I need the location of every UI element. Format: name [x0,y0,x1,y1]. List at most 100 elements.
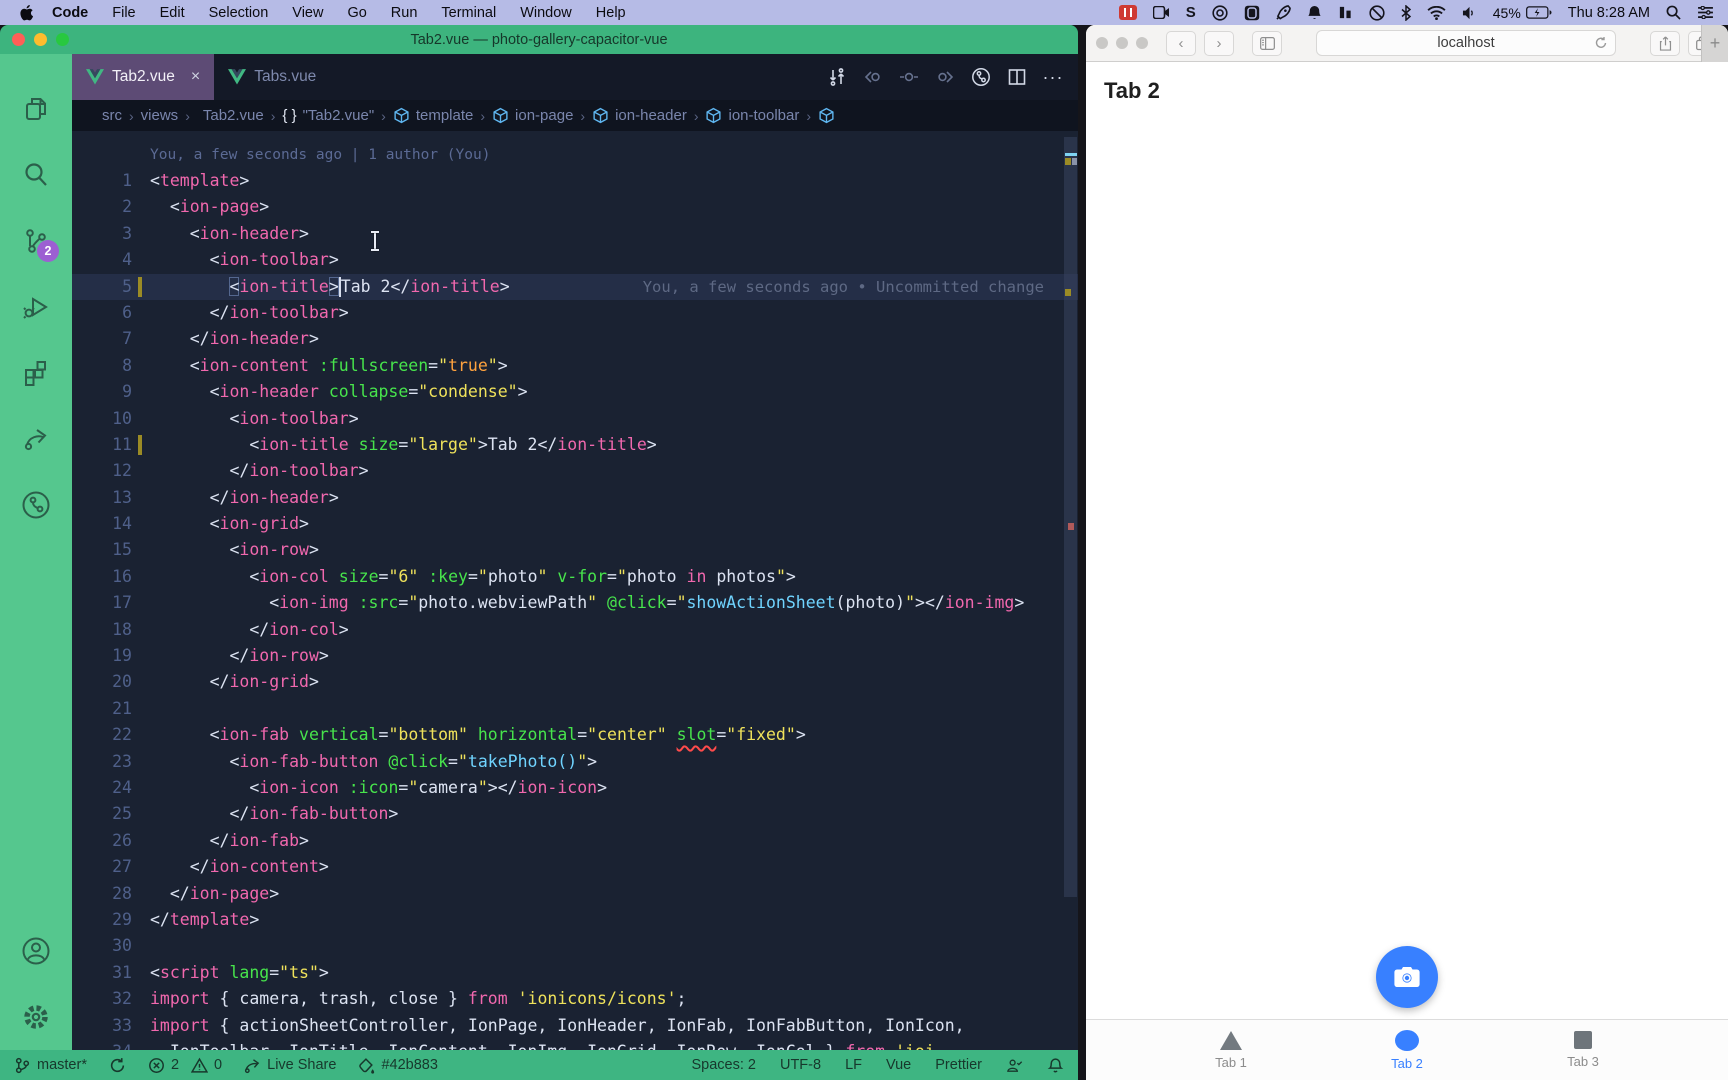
menu-run[interactable]: Run [379,5,430,21]
split-editor-icon[interactable] [1004,64,1030,90]
code-line-24[interactable]: 24 <ion-icon :icon="camera"></ion-icon> [72,775,1078,801]
menu-edit[interactable]: Edit [148,5,197,21]
indentation-status[interactable]: Spaces: 2 [691,1057,756,1073]
line-number[interactable]: 6 [72,300,132,326]
breadcrumb-views[interactable]: views [141,107,179,124]
code-line-4[interactable]: 4 <ion-toolbar> [72,247,1078,273]
line-number[interactable]: 7 [72,326,132,352]
line-number[interactable]: 12 [72,458,132,484]
code-line-2[interactable]: 2 <ion-page> [72,194,1078,220]
app-square-icon[interactable] [1244,4,1260,22]
feedback-button[interactable] [1006,1057,1023,1074]
line-number[interactable]: 27 [72,854,132,880]
line-number[interactable]: 3 [72,221,132,247]
close-tab-icon[interactable]: × [191,68,200,86]
address-bar[interactable]: localhost [1316,30,1616,56]
gitlens-graph-icon[interactable] [968,64,994,90]
code-line-22[interactable]: 22 <ion-fab vertical="bottom" horizontal… [72,722,1078,748]
git-branch-status[interactable]: master* [14,1057,87,1074]
film-app-icon[interactable] [1119,4,1137,22]
code-line-5[interactable]: 5 <ion-title>Tab 2</ion-title>You, a few… [72,274,1078,300]
line-number[interactable]: 30 [72,933,132,959]
breadcrumb-item[interactable] [818,107,835,124]
rocket-app-icon[interactable] [1276,4,1291,22]
activity-explorer-icon[interactable] [13,76,59,142]
breadcrumb-ion-header[interactable]: ion-header [592,107,687,124]
breadcrumb--tab2-vue-[interactable]: { }"Tab2.vue" [282,107,374,124]
code-line-14[interactable]: 14 <ion-grid> [72,511,1078,537]
current-change-icon[interactable] [896,64,922,90]
code-line-29[interactable]: 29</template> [72,907,1078,933]
activity-live-share-icon[interactable] [13,406,59,472]
wifi-icon[interactable] [1427,4,1446,22]
line-number[interactable]: 26 [72,828,132,854]
code-line-20[interactable]: 20 </ion-grid> [72,669,1078,695]
line-number[interactable]: 31 [72,960,132,986]
live-share-button[interactable]: Live Share [244,1057,336,1074]
bluetooth-icon[interactable] [1401,4,1411,22]
menu-terminal[interactable]: Terminal [429,5,508,21]
zoom-window-button[interactable] [1136,37,1148,49]
menu-selection[interactable]: Selection [197,5,281,21]
open-changes-icon[interactable] [824,64,850,90]
line-number[interactable]: 33 [72,1013,132,1039]
line-number[interactable]: 22 [72,722,132,748]
code-line-8[interactable]: 8 <ion-content :fullscreen="true"> [72,353,1078,379]
line-number[interactable]: 14 [72,511,132,537]
next-change-icon[interactable] [932,64,958,90]
control-center-icon[interactable] [1697,4,1714,22]
volume-icon[interactable] [1462,4,1477,22]
code-line-18[interactable]: 18 </ion-col> [72,617,1078,643]
activity-search-icon[interactable] [13,142,59,208]
eol-status[interactable]: LF [845,1057,862,1073]
code-line-17[interactable]: 17 <ion-img :src="photo.webviewPath" @cl… [72,590,1078,616]
code-line-21[interactable]: 21 [72,696,1078,722]
do-not-disturb-icon[interactable] [1369,4,1385,22]
line-number[interactable]: 8 [72,353,132,379]
menu-window[interactable]: Window [508,5,584,21]
formatter-status[interactable]: Prettier [935,1057,982,1073]
ionic-tab-tab-2[interactable]: Tab 2 [1362,1020,1452,1080]
menu-go[interactable]: Go [335,5,378,21]
breadcrumb-template[interactable]: template [393,107,474,124]
sync-changes-button[interactable] [109,1057,126,1074]
breadcrumb-tab2-vue[interactable]: Tab2.vue [197,107,264,124]
line-number[interactable]: 21 [72,696,132,722]
code-line-23[interactable]: 23 <ion-fab-button @click="takePhoto()"> [72,749,1078,775]
battery-status[interactable]: 45% [1493,5,1552,21]
line-number[interactable]: 4 [72,247,132,273]
code-line-7[interactable]: 7 </ion-header> [72,326,1078,352]
code-line-33[interactable]: 33import { actionSheetController, IonPag… [72,1013,1078,1039]
menu-file[interactable]: File [100,5,147,21]
record-app-icon[interactable] [1212,4,1228,22]
code-line-3[interactable]: 3 <ion-header> [72,221,1078,247]
notifications-button[interactable] [1047,1057,1064,1074]
code-line-25[interactable]: 25 </ion-fab-button> [72,801,1078,827]
menu-code[interactable]: Code [40,5,100,21]
activity-gitlens-icon[interactable] [13,472,59,538]
code-line-32[interactable]: 32import { camera, trash, close } from '… [72,986,1078,1012]
take-photo-fab-button[interactable] [1376,946,1438,1008]
breadcrumb-ion-page[interactable]: ion-page [492,107,573,124]
menu-view[interactable]: View [280,5,335,21]
code-line-27[interactable]: 27 </ion-content> [72,854,1078,880]
slack-icon[interactable]: S [1186,4,1196,22]
activity-settings-icon[interactable] [13,984,59,1050]
line-number[interactable]: 5 [72,274,132,300]
breadcrumb-src[interactable]: src [102,107,122,124]
line-number[interactable]: 34 [72,1039,132,1050]
code-line-1[interactable]: 1<template> [72,168,1078,194]
line-number[interactable]: 19 [72,643,132,669]
ionic-tab-tab-3[interactable]: Tab 3 [1538,1020,1628,1080]
editor-tab-tabs.vue[interactable]: Tabs.vue [214,54,330,100]
code-line-9[interactable]: 9 <ion-header collapse="condense"> [72,379,1078,405]
code-line-28[interactable]: 28 </ion-page> [72,881,1078,907]
line-number[interactable]: 20 [72,669,132,695]
problems-status[interactable]: 2 0 [148,1057,222,1074]
breadcrumb-ion-toolbar[interactable]: ion-toolbar [705,107,799,124]
back-button[interactable]: ‹ [1166,31,1196,56]
bell-icon[interactable] [1307,4,1322,22]
line-number[interactable]: 28 [72,881,132,907]
activity-source-control-icon[interactable]: 2 [13,208,59,274]
ionic-tab-tab-1[interactable]: Tab 1 [1186,1020,1276,1080]
